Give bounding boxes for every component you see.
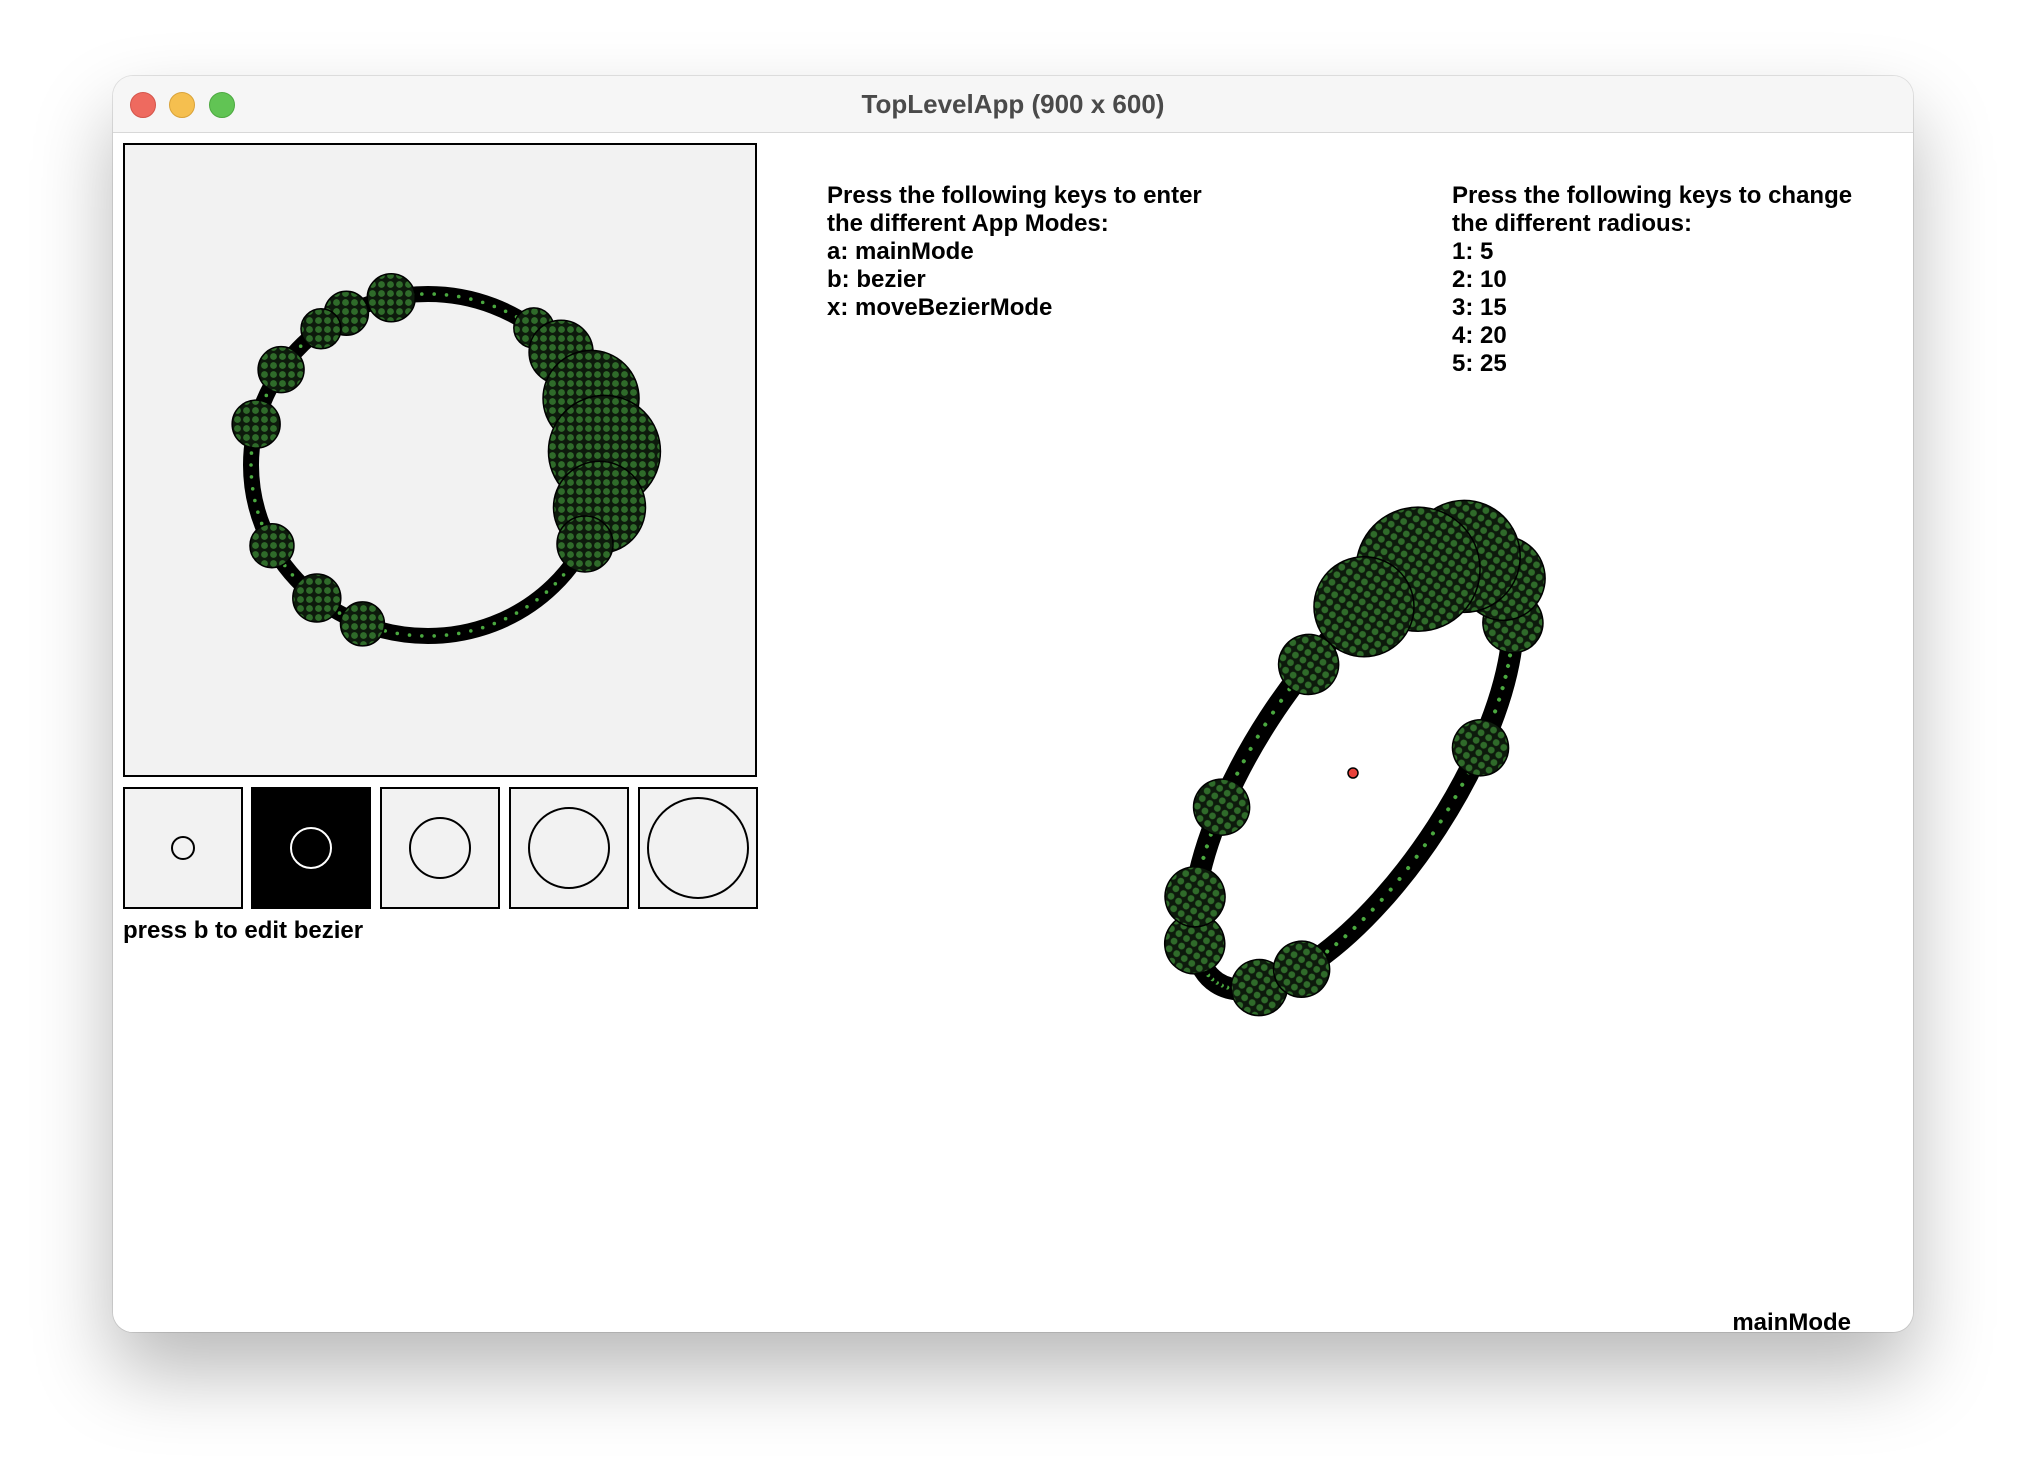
radius-swatch-2[interactable] xyxy=(251,787,371,909)
editor-ring-drawing xyxy=(231,272,662,647)
mode-instructions: Press the following keys to enter the di… xyxy=(827,182,1202,322)
circle-icon xyxy=(171,836,195,860)
bezier-edit-hint: press b to edit bezier xyxy=(123,917,364,944)
instruction-line: 4: 20 xyxy=(1452,322,1507,349)
radius-instructions: Press the following keys to change the d… xyxy=(1452,182,1852,378)
instruction-line: the different radious: xyxy=(1452,210,1693,237)
instruction-line: 3: 15 xyxy=(1452,294,1507,321)
circle-icon xyxy=(647,797,749,899)
current-mode-label: mainMode xyxy=(1732,1309,1851,1332)
circle-icon xyxy=(528,807,610,889)
radius-swatch-1[interactable] xyxy=(123,787,243,909)
instruction-line: 5: 25 xyxy=(1452,350,1507,377)
instruction-line: Press the following keys to enter xyxy=(827,182,1202,209)
3d-ring-drawing xyxy=(1163,499,1546,1017)
center-point-marker xyxy=(1347,767,1359,779)
instruction-line: 2: 10 xyxy=(1452,266,1507,293)
main-3d-view[interactable] xyxy=(1053,473,1813,1193)
instruction-line: the different App Modes: xyxy=(827,210,1109,237)
app-window: TopLevelApp (900 x 600) press b to edit … xyxy=(113,76,1913,1332)
title-bar[interactable]: TopLevelApp (900 x 600) xyxy=(113,76,1913,133)
radius-swatch-5[interactable] xyxy=(638,787,758,909)
radius-swatch-3[interactable] xyxy=(380,787,500,909)
circle-icon xyxy=(290,827,332,869)
radius-swatch-bar xyxy=(123,787,759,911)
editor-bead-ring xyxy=(231,272,662,647)
instruction-line: Press the following keys to change xyxy=(1452,182,1853,209)
instruction-line: b: bezier xyxy=(827,266,926,293)
circle-icon xyxy=(409,817,471,879)
radius-swatch-4[interactable] xyxy=(509,787,629,909)
window-title: TopLevelApp (900 x 600) xyxy=(861,89,1165,119)
instruction-line: 1: 5 xyxy=(1452,238,1494,265)
main-bead-ring xyxy=(1163,499,1546,1017)
bezier-editor-canvas[interactable] xyxy=(123,143,757,777)
instruction-line: a: mainMode xyxy=(827,238,974,265)
app-canvas[interactable]: press b to edit bezier Press the followi… xyxy=(113,133,1913,1332)
instruction-line: x: moveBezierMode xyxy=(827,294,1053,321)
